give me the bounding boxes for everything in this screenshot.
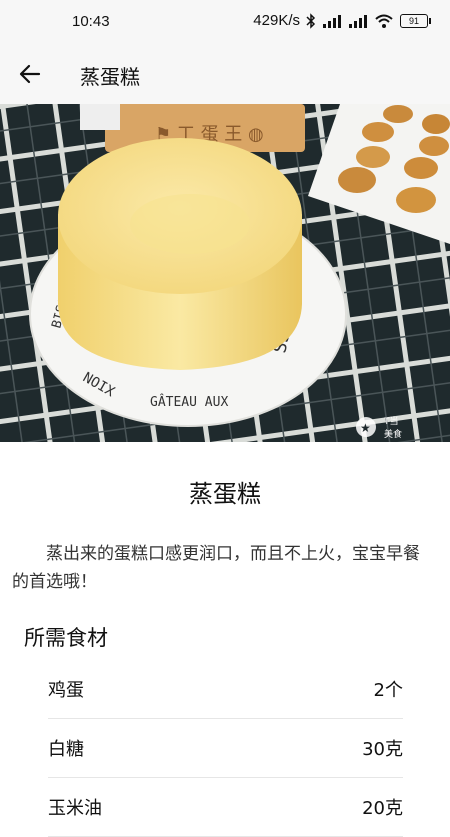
ingredient-name: 鸡蛋 bbox=[48, 680, 84, 701]
back-button[interactable] bbox=[14, 58, 46, 90]
watermark-text: T当 bbox=[383, 415, 399, 427]
status-bar: 10:43 429K/s 91 bbox=[0, 0, 450, 44]
recipe-description: 蒸出来的蛋糕口感更润口，而且不上火，宝宝早餐的首选哦！ bbox=[12, 544, 420, 592]
battery-icon: 91 bbox=[400, 13, 431, 28]
ingredient-amount: 2个 bbox=[373, 680, 403, 701]
svg-text:★: ★ bbox=[360, 421, 371, 435]
ingredients-title: 所需食材 bbox=[24, 626, 108, 650]
svg-text:GÂTEAU AUX: GÂTEAU AUX bbox=[150, 394, 228, 410]
wifi-icon bbox=[374, 13, 394, 29]
ingredient-amount: 20克 bbox=[362, 798, 403, 819]
app-bar: 蒸蛋糕 bbox=[0, 44, 450, 104]
recipe-photo: ⚑ 工 蛋 王 ◍ NOIX BISCUIT DE GÂTEAU AUX SSE… bbox=[0, 104, 450, 442]
page-title: 蒸蛋糕 bbox=[80, 65, 140, 89]
ingredient-row: 玉米油 20克 bbox=[48, 778, 403, 837]
ingredient-list: 鸡蛋 2个 白糖 30克 玉米油 20克 bbox=[48, 660, 403, 837]
status-time: 10:43 bbox=[72, 13, 110, 30]
svg-text:美食: 美食 bbox=[384, 428, 402, 440]
status-icons: 429K/s 91 bbox=[253, 12, 431, 29]
ingredient-name: 白糖 bbox=[48, 739, 84, 760]
ingredient-row: 鸡蛋 2个 bbox=[48, 660, 403, 719]
ingredient-amount: 30克 bbox=[362, 739, 403, 760]
bluetooth-icon bbox=[306, 12, 316, 29]
signal-icon bbox=[322, 13, 342, 29]
network-speed: 429K/s bbox=[253, 12, 300, 29]
signal-icon bbox=[348, 13, 368, 29]
ingredient-row: 白糖 30克 bbox=[48, 719, 403, 778]
recipe-title: 蒸蛋糕 bbox=[189, 480, 261, 508]
arrow-left-icon bbox=[19, 64, 41, 84]
ingredient-name: 玉米油 bbox=[48, 798, 102, 819]
